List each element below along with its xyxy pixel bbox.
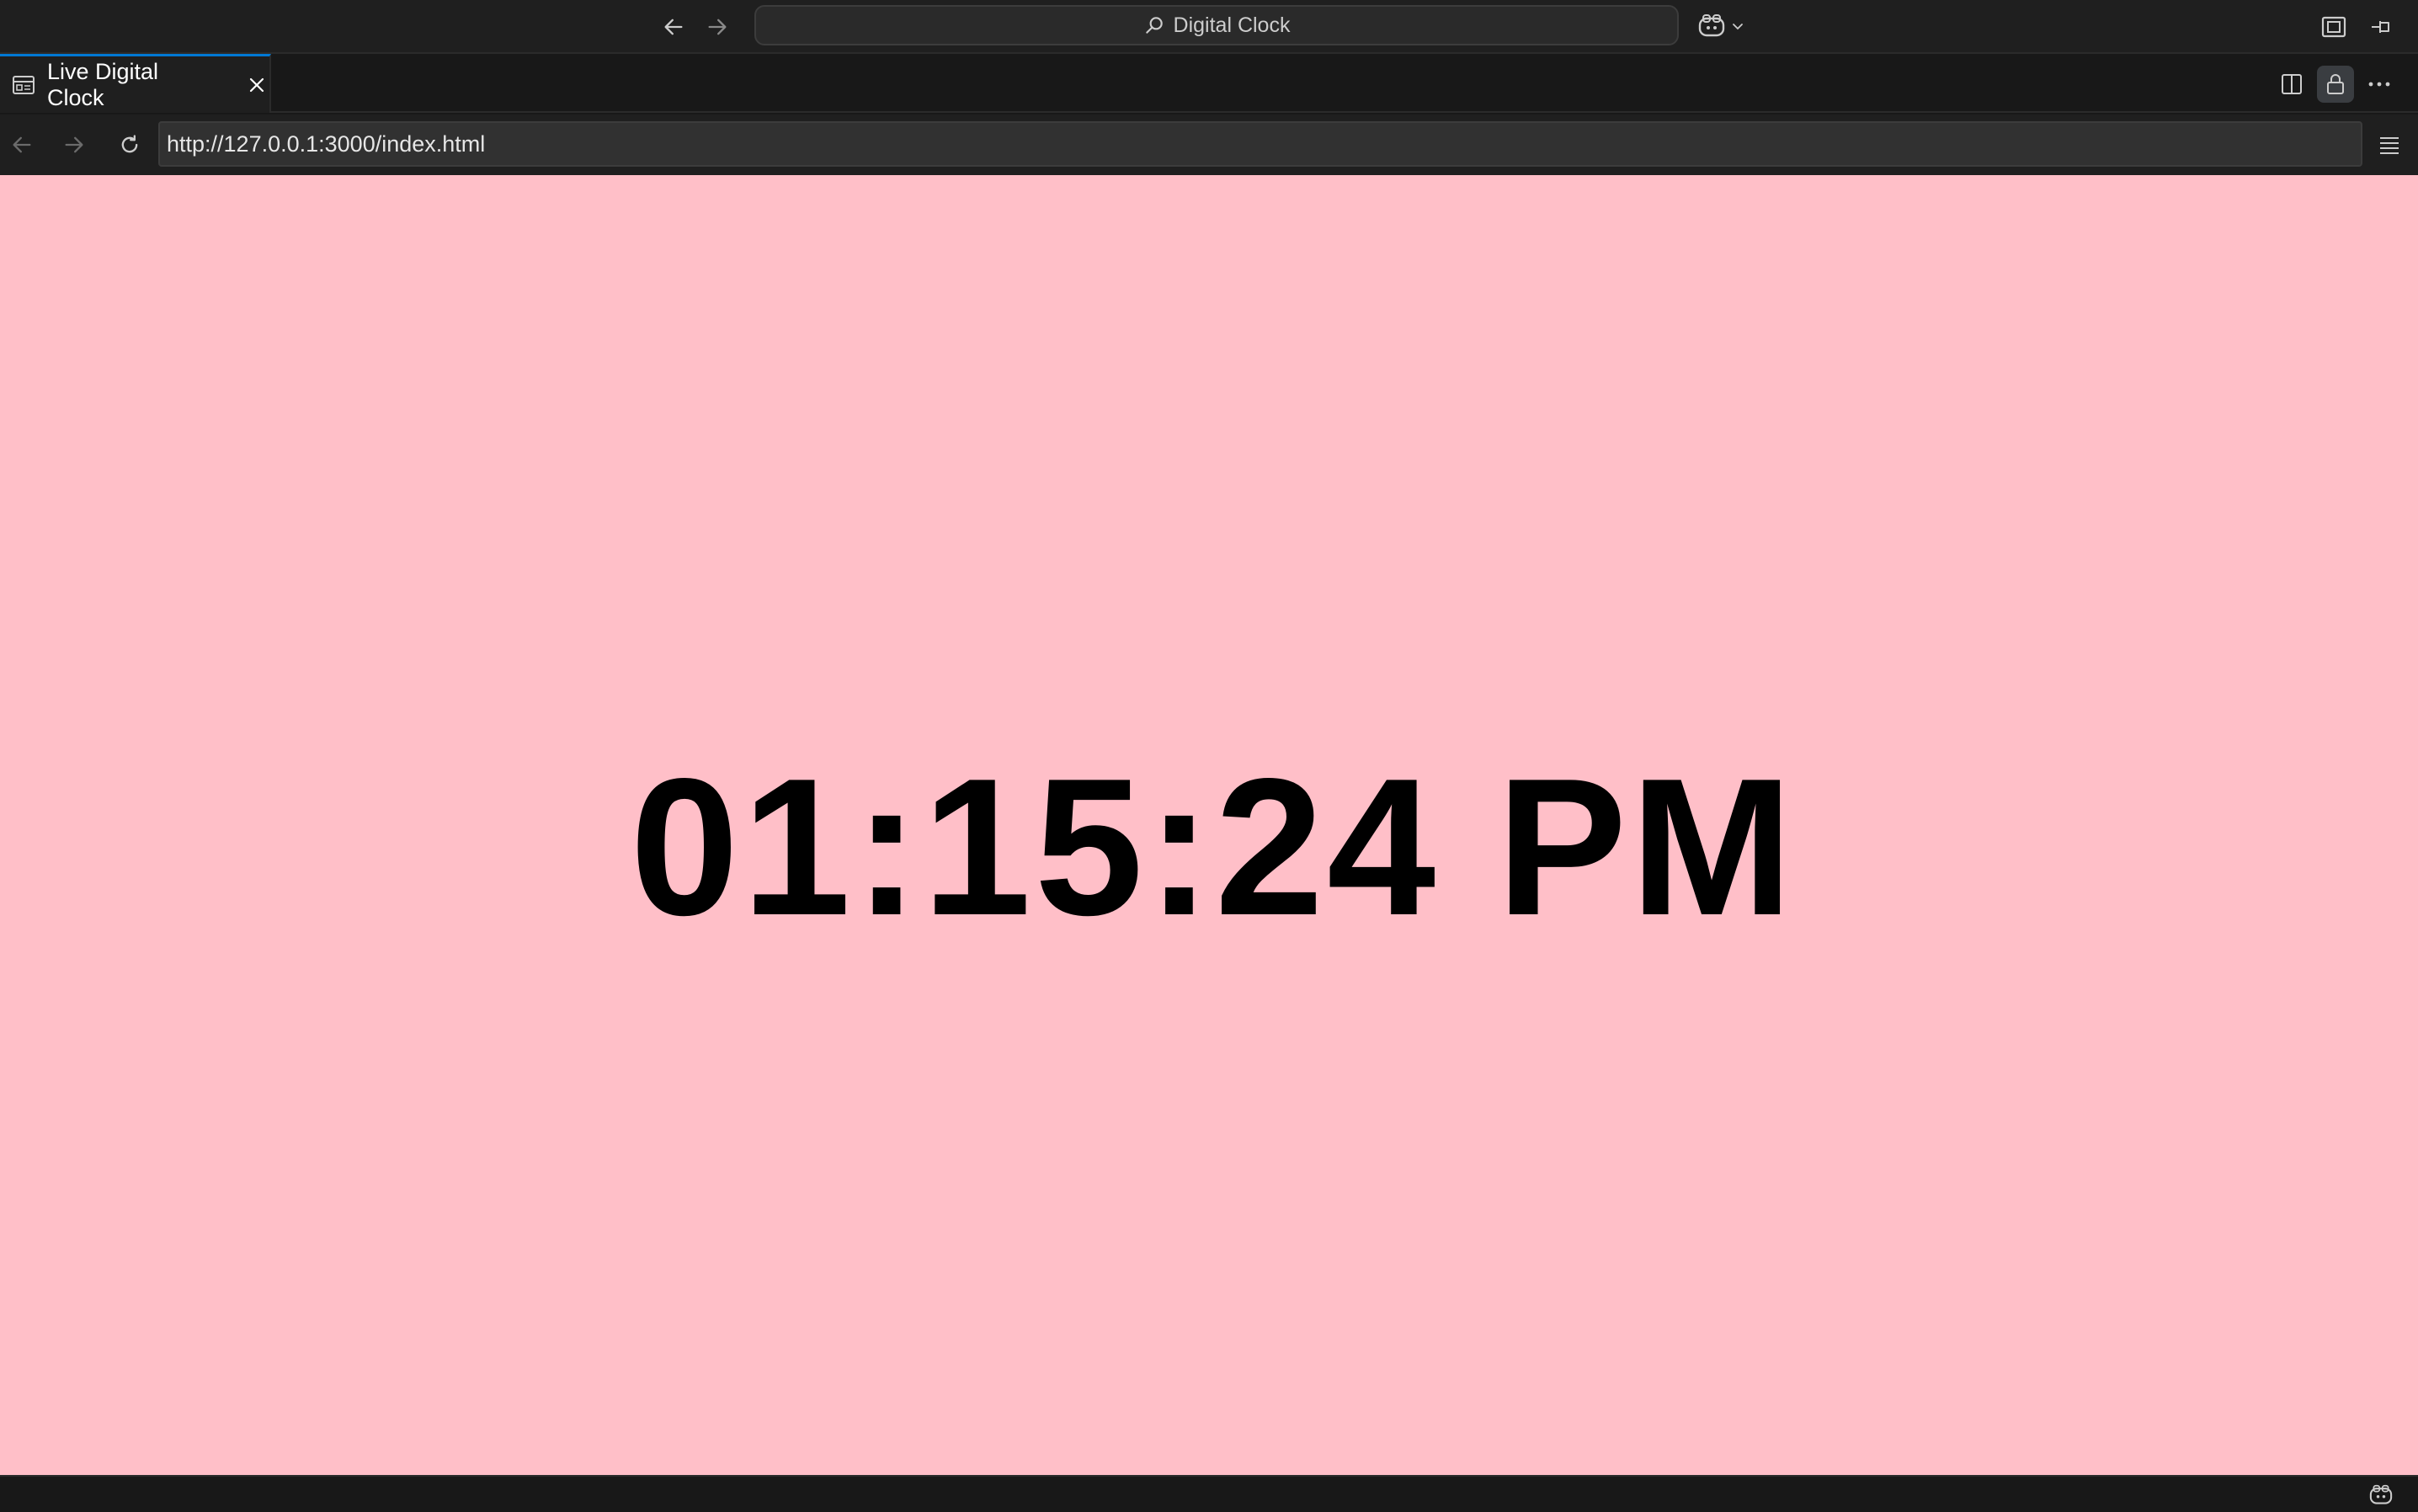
split-editor-icon[interactable] <box>2273 66 2310 103</box>
browser-forward-icon[interactable] <box>56 126 93 163</box>
copilot-menu-button[interactable] <box>1697 10 1753 42</box>
digital-clock-display: 01:15:24 PM <box>630 737 1797 956</box>
editor-tab-bar: Live Digital Clock <box>0 54 2418 113</box>
forward-arrow-icon[interactable] <box>702 12 732 42</box>
lock-icon[interactable] <box>2317 66 2354 103</box>
title-bar: Digital Clock <box>0 0 2418 54</box>
command-center-search[interactable]: Digital Clock <box>754 5 1679 45</box>
chevron-down-icon <box>1731 19 1744 33</box>
browser-back-icon[interactable] <box>3 126 40 163</box>
reload-icon[interactable] <box>111 126 148 163</box>
menu-lines-icon[interactable] <box>2371 126 2408 163</box>
more-actions-icon[interactable] <box>2361 66 2398 103</box>
fullscreen-icon[interactable] <box>2317 10 2351 44</box>
search-icon <box>1143 14 1165 36</box>
browser-preview-icon <box>12 75 35 95</box>
back-arrow-icon[interactable] <box>658 12 689 42</box>
copilot-icon <box>1697 13 1726 39</box>
close-icon[interactable] <box>244 72 269 98</box>
status-bar <box>0 1475 2418 1512</box>
browser-url-bar <box>0 114 2418 175</box>
copilot-status-icon[interactable] <box>2364 1480 2398 1510</box>
tab-label: Live Digital Clock <box>47 58 159 110</box>
page-viewport: 01:15:24 PM <box>0 175 2418 1475</box>
tab-live-digital-clock[interactable]: Live Digital Clock <box>0 54 271 113</box>
command-center-label: Digital Clock <box>1173 13 1291 37</box>
url-input[interactable] <box>158 121 2362 167</box>
pin-icon[interactable] <box>2364 10 2398 44</box>
